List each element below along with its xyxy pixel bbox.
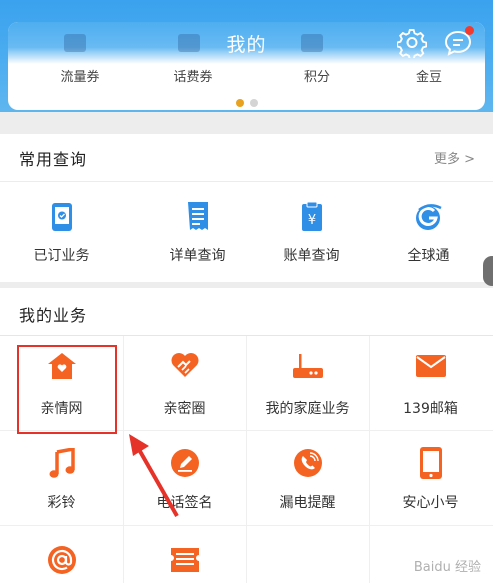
missed-call-icon [293, 449, 322, 477]
gear-icon[interactable] [397, 28, 427, 58]
service-label: 漏电提醒 [279, 495, 336, 511]
service-secure-number[interactable]: 安心小号 [369, 430, 492, 525]
ticket-list-icon [170, 548, 199, 572]
service-label: 彩铃 [47, 495, 76, 511]
query-label: 全球通 [407, 248, 450, 264]
service-intimate-circle[interactable]: 亲密圈 [123, 336, 246, 430]
highlight-box [17, 345, 117, 434]
query-subscribed[interactable]: 已订业务 [0, 182, 123, 282]
more-link[interactable]: 更多 > [434, 148, 475, 167]
svg-text:¥: ¥ [307, 213, 315, 228]
service-ticket-list[interactable] [123, 525, 246, 583]
detail-bill-icon [187, 202, 208, 230]
service-label: 139邮箱 [403, 401, 458, 417]
service-label: 安心小号 [402, 495, 459, 511]
query-label: 账单查询 [283, 248, 340, 264]
my-services-section: 我的业务 亲情网 亲密圈 我的家庭业务 139邮箱 彩铃 电话签名 漏电提醒 安… [0, 288, 493, 583]
at-sign-icon [47, 546, 76, 574]
heart-handshake-icon [171, 353, 198, 377]
watermark: Baidu 经验 [413, 560, 481, 575]
bill-query-icon: ¥ [301, 201, 322, 231]
global-pass-icon [415, 204, 442, 230]
service-label: 我的家庭业务 [265, 401, 350, 417]
query-global[interactable]: 全球通 [367, 182, 490, 282]
query-label: 详单查询 [169, 248, 226, 264]
side-handle[interactable] [483, 256, 493, 286]
asset-points[interactable]: 积分 [267, 66, 367, 85]
notification-badge [465, 26, 474, 35]
query-grid: 已订业务 详单查询 ¥ 账单查询 全球通 [0, 182, 493, 282]
service-missed-call[interactable]: 漏电提醒 [246, 430, 369, 525]
asset-traffic-coupon[interactable]: 流量券 [30, 66, 130, 85]
query-detail-bill[interactable]: 详单查询 [136, 182, 259, 282]
service-home-business[interactable]: 我的家庭业务 [246, 336, 369, 430]
my-services-header: 我的业务 [0, 288, 493, 336]
router-icon [292, 354, 323, 378]
service-ringtone[interactable]: 彩铃 [0, 430, 123, 525]
asset-gold-beans[interactable]: 金豆 [379, 66, 479, 85]
phone-number-icon [419, 447, 442, 479]
carousel-indicator [0, 92, 493, 111]
service-139-mail[interactable]: 139邮箱 [369, 336, 492, 430]
common-queries-header: 常用查询 更多 > [0, 134, 493, 182]
mail-icon [415, 355, 446, 377]
indicator-dot-active [235, 99, 244, 107]
annotation-arrow-icon [129, 434, 179, 517]
section-title: 我的业务 [19, 306, 88, 325]
asset-call-coupon[interactable]: 话费券 [143, 66, 243, 85]
subscribed-service-icon [51, 203, 72, 231]
query-bill[interactable]: ¥ 账单查询 [250, 182, 373, 282]
service-mail-at[interactable] [0, 525, 123, 583]
query-label: 已订业务 [33, 248, 90, 264]
section-title: 常用查询 [19, 150, 88, 169]
common-queries-section: 常用查询 更多 > 已订业务 详单查询 ¥ 账单查询 全球通 [0, 134, 493, 282]
indicator-dot [249, 99, 258, 107]
service-label: 亲密圈 [163, 401, 206, 417]
music-note-icon [49, 448, 75, 478]
